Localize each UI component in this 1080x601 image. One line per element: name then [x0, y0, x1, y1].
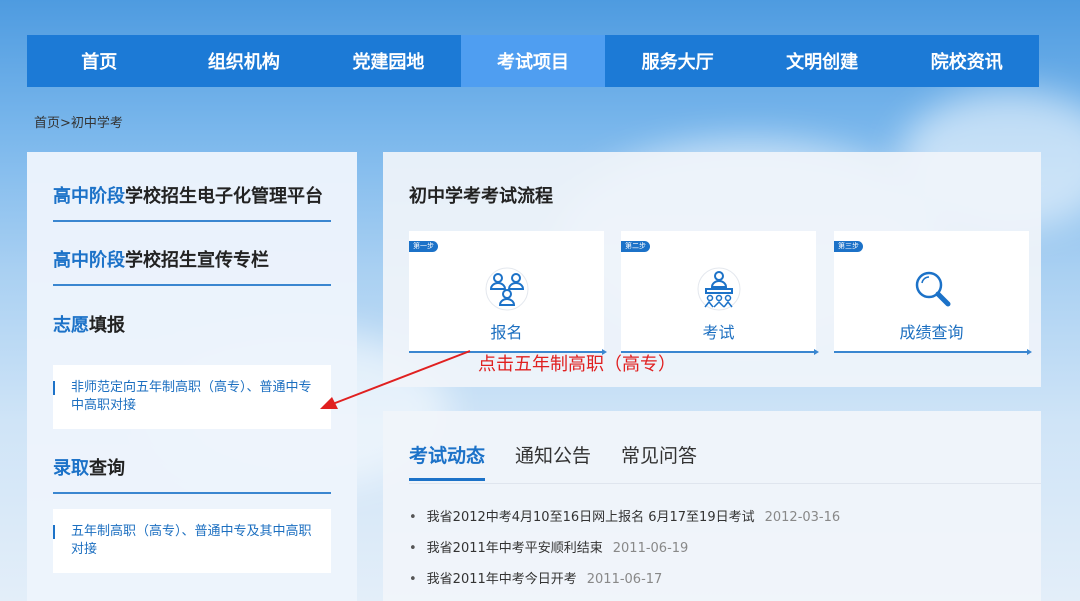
- news-date: 2011-06-17: [586, 572, 663, 587]
- news-date: 2012-03-16: [764, 510, 841, 525]
- tab-exam-news[interactable]: 考试动态: [409, 441, 486, 481]
- bullet-icon: •: [409, 572, 417, 587]
- step-label: 报名: [490, 323, 523, 342]
- process-title: 初中学考考试流程: [409, 186, 553, 207]
- nav-item-exams[interactable]: 考试项目: [460, 35, 606, 87]
- heading-text: 学校招生电子化管理平台: [125, 186, 323, 207]
- step-label: 成绩查询: [899, 323, 964, 342]
- heading-highlight: 高中阶段: [53, 250, 125, 271]
- tabs-divider: [409, 483, 1041, 484]
- annotation-arrow: [320, 350, 471, 409]
- bullet-icon: •: [409, 541, 417, 556]
- sidebar-link-volunteer[interactable]: 非师范定向五年制高职（高专）、普通中专中高职对接: [53, 365, 331, 429]
- list-item[interactable]: • 我省2011年中考平安顺利结束 2011-06-19: [409, 539, 840, 570]
- heading-highlight: 志愿: [53, 315, 89, 336]
- arrow-icon: [1027, 349, 1032, 355]
- link-text: 五年制高职（高专）、普通中专及其中高职对接: [71, 524, 312, 557]
- sidebar-heading-volunteer: 志愿填报: [53, 311, 331, 349]
- annotation-text: 点击五年制高职（高专）: [478, 354, 676, 375]
- sidebar-heading-admission: 录取查询: [53, 454, 331, 494]
- tab-faq[interactable]: 常见问答: [621, 441, 697, 481]
- nav-item-service[interactable]: 服务大厅: [605, 35, 750, 87]
- link-marker: [53, 525, 55, 539]
- nav-item-civilization[interactable]: 文明创建: [750, 35, 895, 87]
- step-badge: 第三步: [834, 241, 863, 252]
- exam-icon: [695, 267, 743, 315]
- magnifier-icon: [908, 267, 956, 315]
- step-badge: 第一步: [409, 241, 438, 252]
- news-title: 我省2011年中考平安顺利结束: [426, 541, 603, 556]
- heading-text: 学校招生宣传专栏: [125, 250, 269, 271]
- sidebar-link-admission[interactable]: 五年制高职（高专）、普通中专及其中高职对接: [53, 509, 331, 573]
- bullet-icon: •: [409, 510, 417, 525]
- link-text: 非师范定向五年制高职（高专）、普通中专中高职对接: [71, 380, 312, 413]
- nav-item-news[interactable]: 院校资讯: [894, 35, 1039, 87]
- sidebar-heading-platform[interactable]: 高中阶段学校招生电子化管理平台: [53, 182, 331, 222]
- heading-highlight: 录取: [53, 458, 89, 479]
- step-register[interactable]: 第一步 报名: [409, 231, 607, 355]
- news-title: 我省2011年中考今日开考: [426, 572, 577, 587]
- users-icon: [483, 267, 531, 315]
- link-marker: [53, 381, 55, 395]
- nav-item-home[interactable]: 首页: [27, 35, 172, 87]
- step-badge: 第二步: [621, 241, 650, 252]
- sidebar-heading-promo[interactable]: 高中阶段学校招生宣传专栏: [53, 246, 331, 286]
- step-score-query[interactable]: 第三步 成绩查询: [834, 231, 1032, 355]
- nav-item-organization[interactable]: 组织机构: [172, 35, 317, 87]
- list-item[interactable]: • 我省2012中考4月10至16日网上报名 6月17至19日考试 2012-03-…: [409, 508, 840, 539]
- news-tabs: 考试动态 通知公告 常见问答: [409, 441, 727, 481]
- tab-notices[interactable]: 通知公告: [515, 441, 591, 481]
- nav-item-party[interactable]: 党建园地: [316, 35, 461, 87]
- news-date: 2011-06-19: [612, 541, 689, 556]
- heading-highlight: 高中阶段: [53, 186, 125, 207]
- heading-text: 查询: [89, 458, 125, 479]
- list-item[interactable]: • 我省2011年中考今日开考 2011-06-17: [409, 570, 840, 601]
- step-label: 考试: [702, 323, 735, 342]
- news-panel: 考试动态 通知公告 常见问答 • 我省2012中考4月10至16日网上报名 6月1…: [383, 411, 1041, 601]
- breadcrumb[interactable]: 首页>初中学考: [34, 112, 123, 131]
- sidebar: 高中阶段学校招生电子化管理平台 高中阶段学校招生宣传专栏 志愿填报 非师范定向五…: [27, 152, 357, 601]
- heading-text: 填报: [89, 315, 125, 336]
- arrow-icon: [814, 349, 819, 355]
- news-title: 我省2012中考4月10至16日网上报名 6月17至19日考试: [426, 510, 755, 525]
- news-list: • 我省2012中考4月10至16日网上报名 6月17至19日考试 2012-03-…: [409, 508, 840, 601]
- step-exam[interactable]: 第二步 考试: [621, 231, 819, 355]
- main-nav: 首页 组织机构 党建园地 考试项目 服务大厅 文明创建 院校资讯: [27, 35, 1039, 87]
